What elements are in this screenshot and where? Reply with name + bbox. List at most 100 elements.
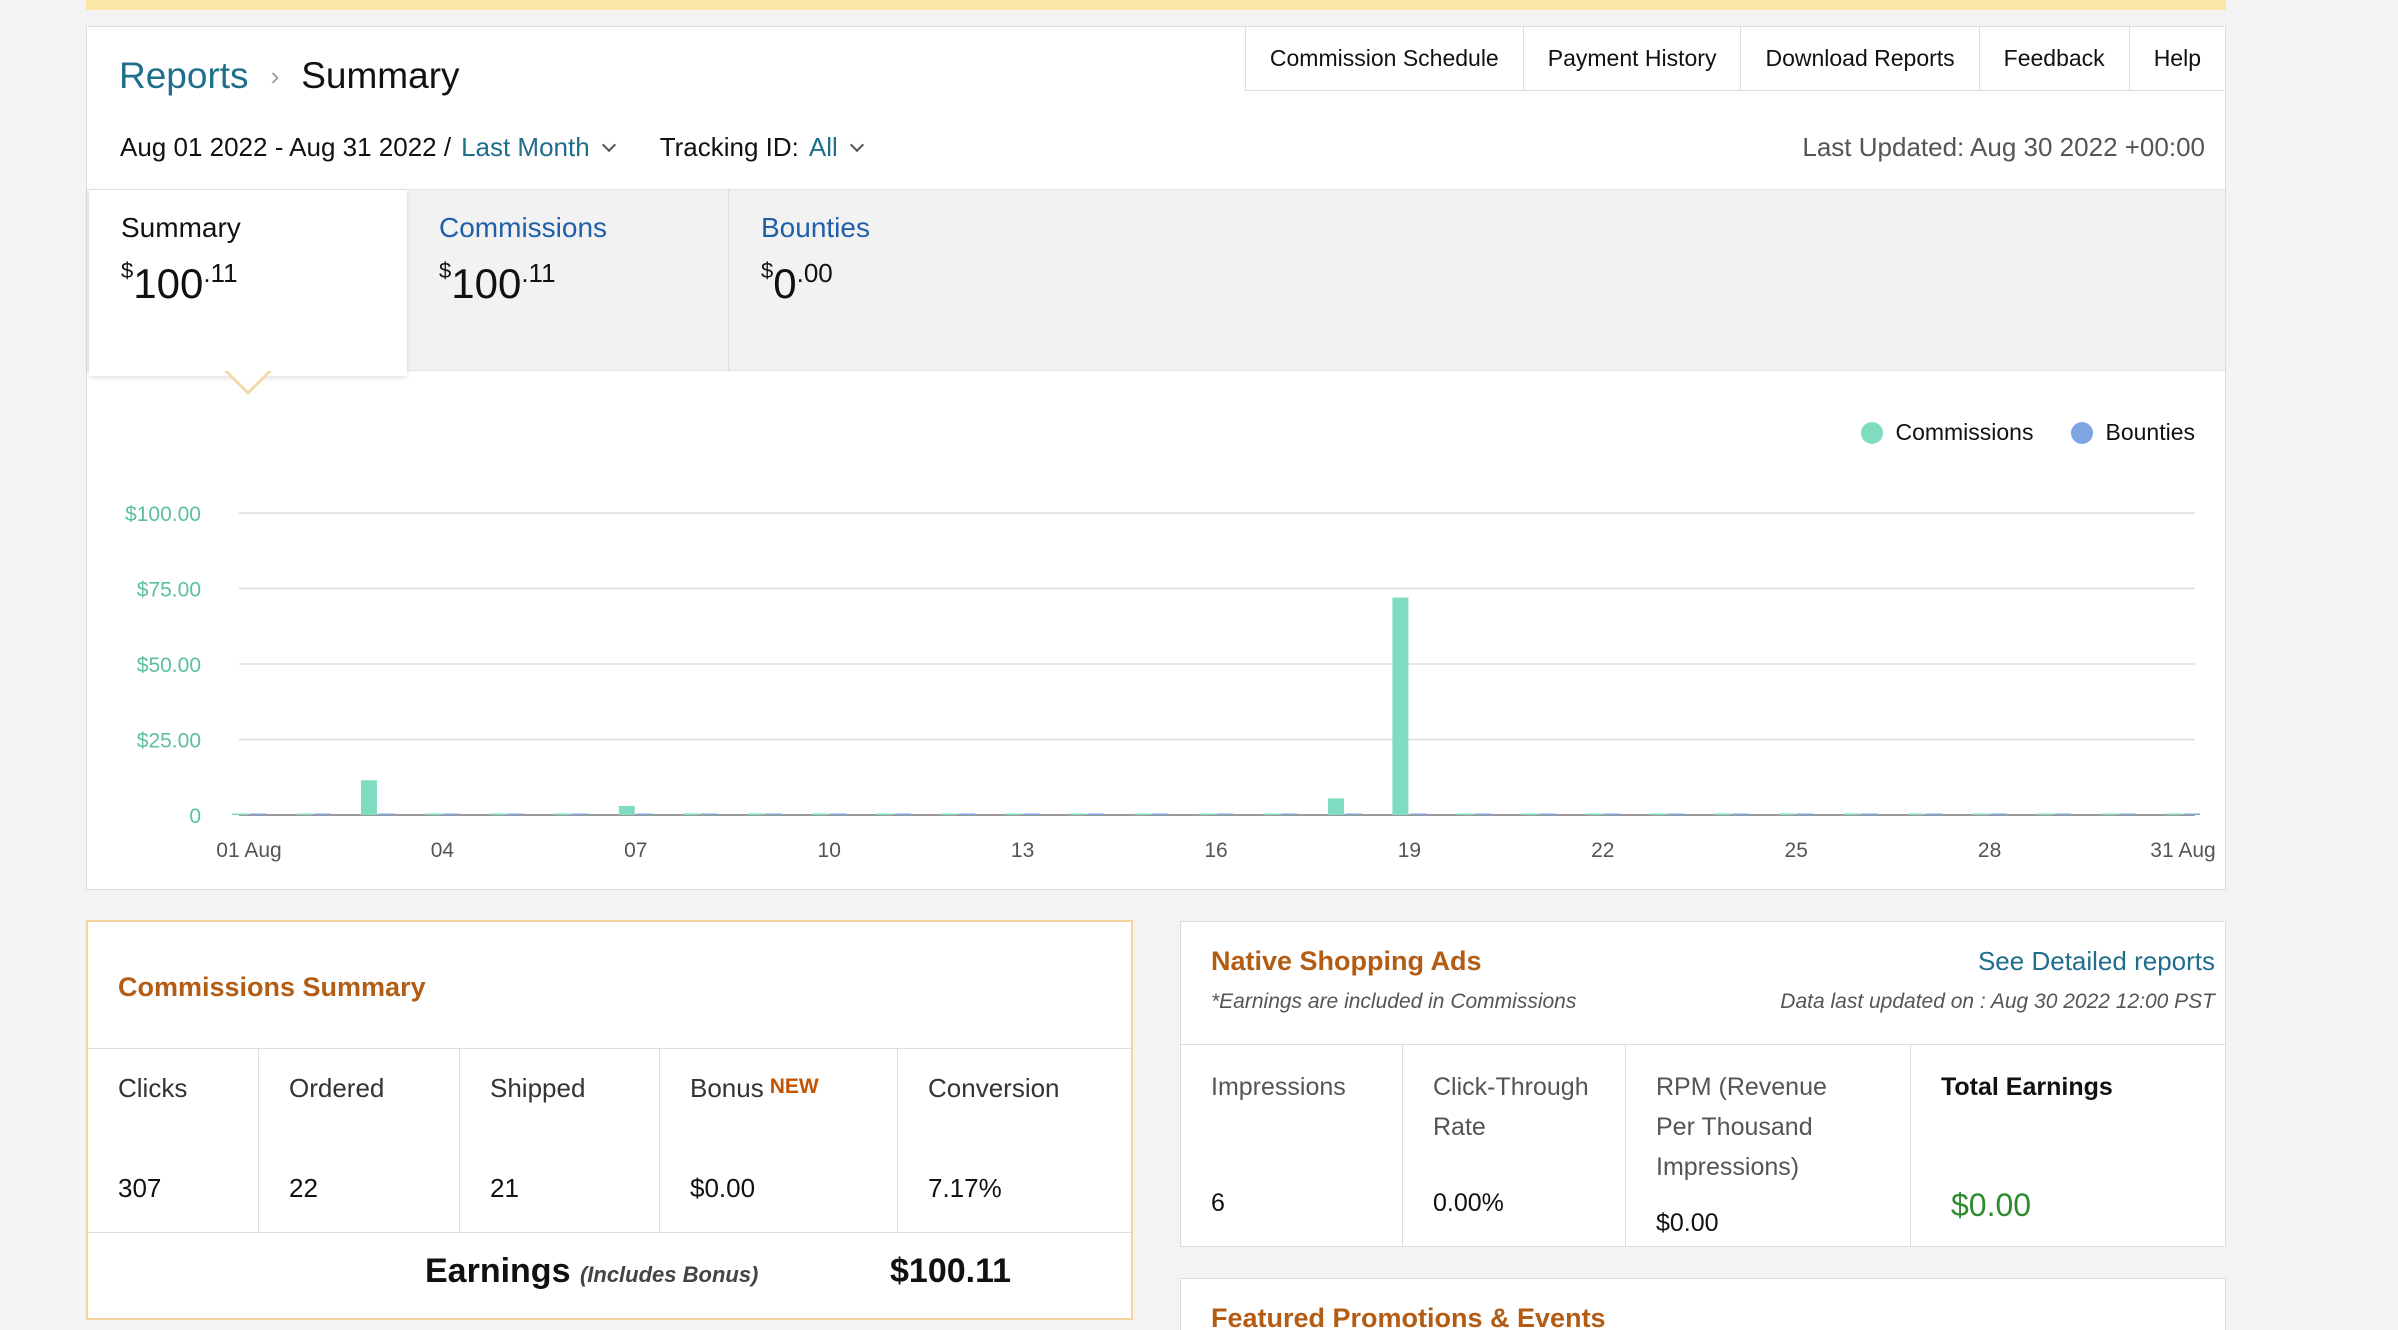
tab-summary-title: Summary: [121, 212, 241, 243]
y-tick-label: $50.00: [137, 654, 201, 677]
chevron-down-icon[interactable]: [601, 137, 616, 152]
stat-value: 22: [289, 1173, 318, 1203]
commissions-bar: [554, 813, 571, 815]
commissions-bar: [1779, 813, 1796, 815]
tab-commissions-value: $100.11: [439, 258, 556, 307]
commissions-bar: [747, 813, 764, 815]
bounties-bar: [507, 813, 524, 815]
nav-commission-schedule[interactable]: Commission Schedule: [1246, 27, 1524, 90]
stat-ctr: Click-Through Rate 0.00%: [1403, 1045, 1626, 1246]
stat-value: 6: [1211, 1189, 1225, 1217]
y-tick-label: $25.00: [137, 730, 201, 753]
period-dropdown[interactable]: Last Month: [461, 132, 590, 163]
y-tick-label: $75.00: [137, 579, 201, 602]
stat-label: RPM (Revenue: [1656, 1073, 1827, 1101]
commissions-bar: [683, 813, 700, 815]
commissions-bar: [1070, 813, 1087, 815]
commissions-bar: [1199, 813, 1215, 815]
bounties-bar: [765, 813, 782, 815]
bounties-bar: [959, 813, 976, 815]
commissions-bar: [812, 813, 829, 815]
stat-label: Clicks: [118, 1073, 188, 1103]
bounties-bar: [1926, 813, 1943, 815]
commissions-bar: [1714, 813, 1731, 815]
bounties-bar: [1152, 813, 1169, 815]
stat-value: 307: [118, 1173, 162, 1203]
tab-summary-value: $100.11: [121, 258, 238, 307]
x-tick-label: 01 Aug: [216, 839, 281, 862]
y-tick-label: $100.00: [125, 503, 201, 526]
commissions-bar: [618, 805, 635, 815]
bounties-bar: [1023, 813, 1040, 815]
stat-label: Rate: [1433, 1113, 1486, 1141]
tab-summary[interactable]: Summary $100.11: [89, 190, 407, 376]
stat-label: Bonus NEW: [690, 1073, 819, 1103]
legend-bounties-label: Bounties: [2105, 419, 2195, 445]
stat-label: Per Thousand: [1656, 1113, 1813, 1141]
stat-value: $0.00: [690, 1173, 756, 1203]
x-tick-label: 10: [818, 839, 841, 862]
commissions-bar: [2037, 813, 2054, 815]
tab-bounties-title: Bounties: [761, 212, 870, 243]
commissions-bar: [2101, 813, 2118, 815]
y-tick-label: 0: [189, 805, 201, 828]
legend-bounties[interactable]: Bounties: [2071, 419, 2195, 446]
breadcrumb: Reports › Summary: [119, 55, 460, 97]
bounties-bar: [314, 813, 331, 815]
bounties-bar: [1603, 813, 1620, 815]
stat-ordered: Ordered 22: [259, 1049, 460, 1232]
notice-bar: [86, 0, 2226, 10]
commissions-bar: [1650, 813, 1667, 815]
bounties-bar: [250, 813, 266, 815]
stat-value: 7.17%: [928, 1173, 1002, 1203]
x-tick-label: 25: [1785, 839, 1808, 862]
commissions-bar: [2166, 813, 2182, 815]
nav-payment-history[interactable]: Payment History: [1524, 27, 1742, 90]
featured-promotions-card: Featured Promotions & Events: [1180, 1278, 2226, 1330]
stat-bonus: Bonus NEW $0.00: [660, 1049, 898, 1232]
commissions-summary-title: Commissions Summary: [118, 972, 426, 1002]
bounties-bar: [1797, 813, 1814, 815]
commissions-summary-card: Commissions Summary Clicks 307 Ordered 2…: [86, 920, 1133, 1320]
breadcrumb-reports-link[interactable]: Reports: [119, 55, 249, 97]
nav-feedback[interactable]: Feedback: [1980, 27, 2130, 90]
legend-commissions-label: Commissions: [1895, 419, 2034, 445]
stat-label: Ordered: [289, 1073, 385, 1103]
bounties-bar: [1474, 813, 1491, 815]
legend-commissions[interactable]: Commissions: [1861, 419, 2033, 446]
x-tick-label: 22: [1591, 839, 1614, 862]
x-tick-label: 04: [431, 839, 455, 862]
tracking-id-dropdown[interactable]: All: [809, 132, 838, 163]
stat-clicks: Clicks 307: [88, 1049, 259, 1232]
stat-value: 0.00%: [1433, 1189, 1504, 1217]
stat-label: Shipped: [490, 1073, 586, 1103]
tracking-id-label: Tracking ID:: [659, 132, 799, 162]
commissions-bar: [1843, 813, 1860, 815]
x-tick-label: 19: [1398, 839, 1421, 862]
bounties-bar: [2119, 813, 2136, 815]
commissions-bar: [1972, 813, 1989, 815]
nav-download-reports[interactable]: Download Reports: [1741, 27, 1980, 90]
tab-bounties[interactable]: Bounties $0.00: [729, 190, 1059, 370]
commissions-bar: [1456, 813, 1473, 815]
tab-pointer-fill: [227, 370, 269, 391]
native-ads-table: Impressions 6 Click-Through Rate 0.00% R…: [1181, 1044, 2225, 1246]
tab-bounties-value: $0.00: [761, 258, 833, 307]
nav-help[interactable]: Help: [2130, 27, 2225, 90]
chevron-down-icon[interactable]: [849, 137, 864, 152]
x-tick-label: 07: [624, 839, 647, 862]
see-detailed-reports-link[interactable]: See Detailed reports: [1978, 946, 2215, 977]
commissions-bar: [1005, 813, 1022, 815]
bounties-bar: [1861, 813, 1878, 815]
x-tick-label: 31 Aug: [2150, 839, 2215, 862]
stat-label: Impressions: [1211, 1073, 1346, 1101]
commissions-bar: [296, 813, 313, 815]
summary-tabs: Summary $100.11 Commissions $100.11 Boun…: [87, 189, 2225, 376]
native-shopping-ads-card: Native Shopping Ads *Earnings are includ…: [1180, 921, 2226, 1247]
tab-commissions[interactable]: Commissions $100.11: [407, 190, 729, 370]
bounties-bar: [636, 813, 653, 815]
commissions-bar: [1327, 798, 1344, 815]
commissions-bar: [1134, 813, 1151, 815]
earnings-label: Earnings (Includes Bonus): [425, 1252, 759, 1290]
date-range: Aug 01 2022 - Aug 31 2022 /: [120, 132, 452, 162]
